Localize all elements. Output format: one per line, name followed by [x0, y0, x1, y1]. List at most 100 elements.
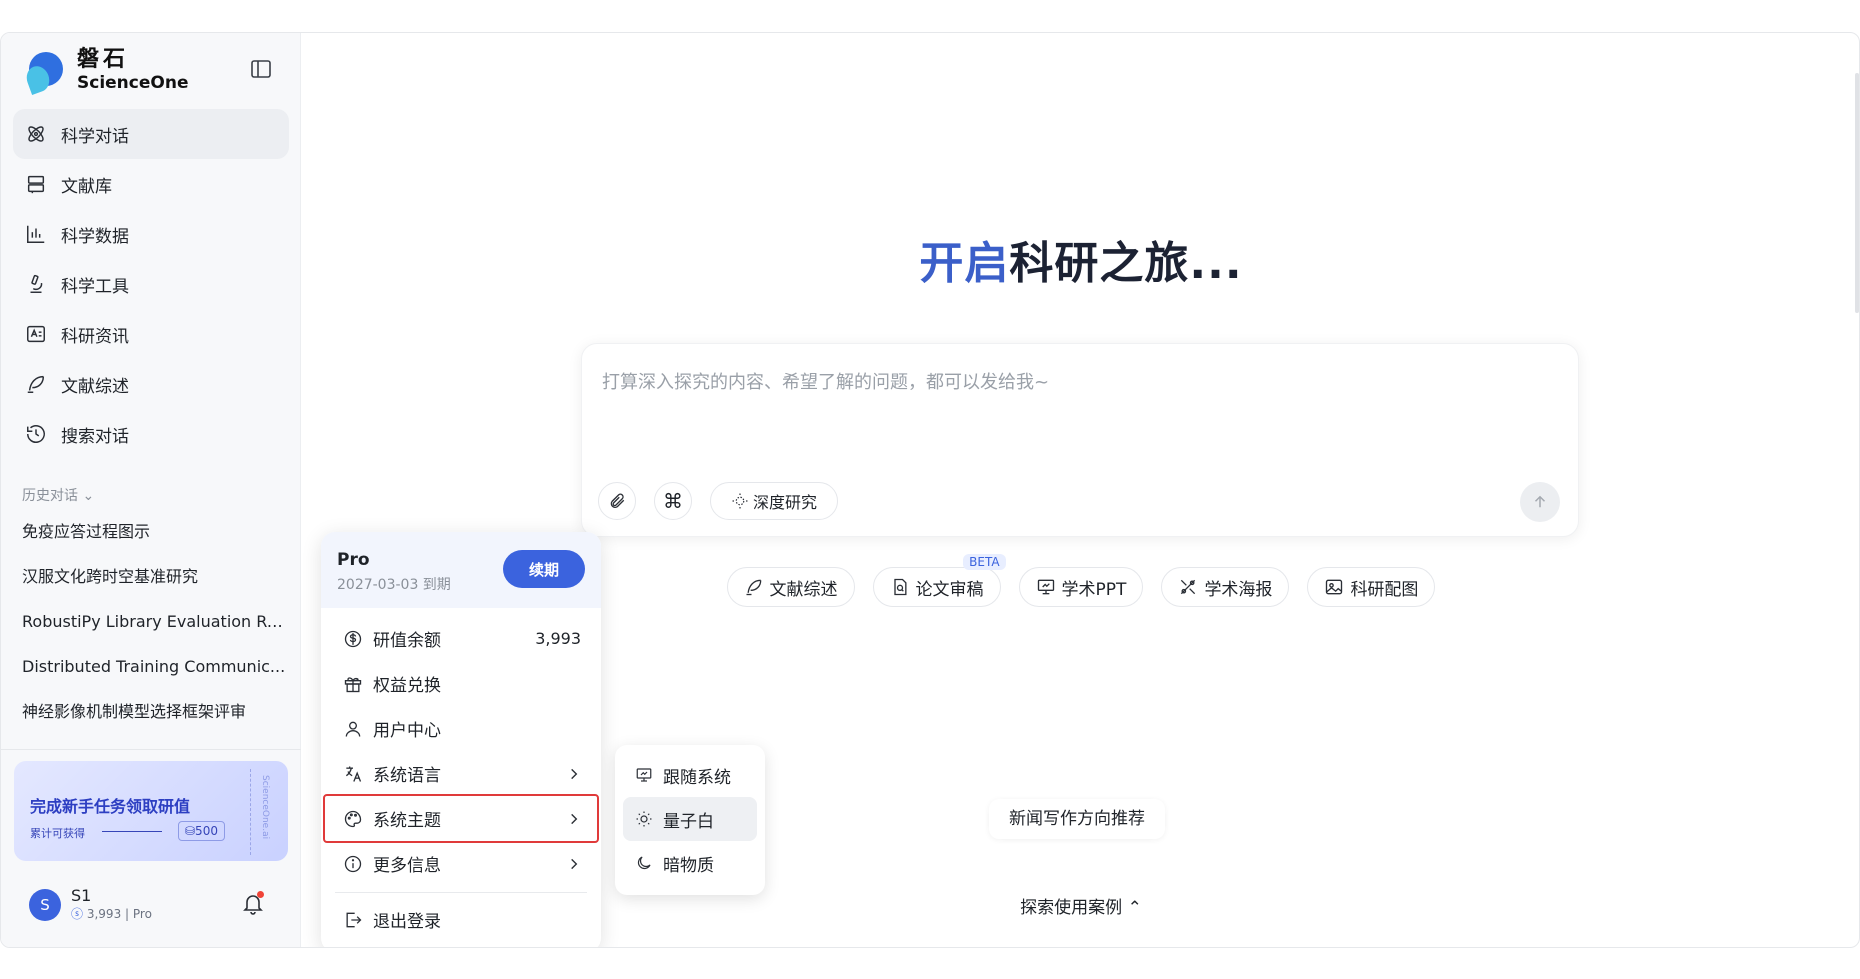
send-button[interactable] — [1520, 482, 1560, 522]
sidebar: 磐石 ScienceOne 科学对话 文献库 科学数据 科学工具 科研资讯 文献… — [1, 33, 301, 947]
quill-icon — [27, 375, 45, 393]
history-item[interactable]: 免疫应答过程图示 — [22, 509, 287, 554]
nav-item-science-data[interactable]: 科学数据 — [13, 209, 289, 259]
image-icon — [1326, 579, 1343, 595]
palette-icon — [344, 810, 362, 827]
theme-submenu: 跟随系统 量子白 暗物质 — [615, 745, 765, 895]
avatar: S — [29, 889, 61, 921]
nav-item-science-chat[interactable]: 科学对话 — [13, 109, 289, 159]
logo[interactable]: 磐石 ScienceOne — [23, 47, 189, 95]
arrow-up-icon — [1534, 495, 1546, 508]
menu-item-redeem[interactable]: 权益兑换 — [325, 661, 597, 706]
bell-icon[interactable] — [241, 891, 265, 915]
attach-button[interactable] — [598, 482, 636, 520]
beta-badge: BETA — [963, 554, 1006, 570]
menu-item-theme[interactable]: 系统主题 — [323, 794, 599, 843]
brand-name-en: ScienceOne — [77, 73, 189, 93]
promo-amount: ⛁500 — [178, 821, 225, 841]
coin-icon — [344, 630, 362, 647]
menu-item-language[interactable]: 系统语言 — [325, 751, 597, 796]
menu-item-logout[interactable]: 退出登录 — [325, 897, 597, 942]
promo-arrow-line — [102, 831, 162, 832]
plan-expiry: 2027-03-03 到期 — [337, 577, 451, 593]
nav-item-research-news[interactable]: 科研资讯 — [13, 309, 289, 359]
doc-search-icon — [893, 578, 907, 596]
user-name: S1 — [71, 886, 92, 905]
nav-label: 科研资讯 — [61, 326, 129, 347]
app-window: 磐石 ScienceOne 科学对话 文献库 科学数据 科学工具 科研资讯 文献… — [0, 32, 1860, 948]
chevron-right-icon — [571, 858, 578, 869]
command-icon: ⌘ — [663, 489, 683, 513]
history-icon — [27, 425, 45, 443]
scrollbar[interactable] — [1855, 73, 1859, 313]
history-item[interactable]: 神经影像机制模型选择框架评审 — [22, 689, 287, 734]
history-item[interactable]: RobustiPy Library Evaluation Re... — [22, 599, 287, 644]
chevron-up-icon: ⌃ — [1127, 898, 1142, 918]
user-profile[interactable]: S S1 ⓢ 3,993 | Pro — [29, 887, 152, 923]
nav-item-library[interactable]: 文献库 — [13, 159, 289, 209]
gift-icon — [344, 676, 362, 692]
chip-research-figure[interactable]: 科研配图 — [1307, 567, 1436, 607]
logout-icon — [346, 912, 362, 927]
theme-option-dark[interactable]: 暗物质 — [623, 841, 757, 885]
microscope-icon — [30, 274, 43, 293]
chevron-right-icon — [571, 768, 578, 779]
chip-literature-review[interactable]: 文献综述 — [726, 567, 855, 607]
chat-composer[interactable]: 打算深入探究的内容、希望了解的问题，都可以发给我~ ⌘ 深度研究 — [581, 343, 1579, 537]
hero-title: 开启科研之旅... — [919, 238, 1243, 289]
nav-item-science-tools[interactable]: 科学工具 — [13, 259, 289, 309]
chevron-down-icon: ⌄ — [82, 488, 95, 504]
translate-icon — [345, 766, 362, 782]
presentation-icon — [1037, 579, 1054, 595]
moon-icon — [637, 856, 651, 870]
data-chart-icon — [27, 225, 45, 243]
chevron-right-icon — [571, 813, 578, 824]
theme-option-light[interactable]: 量子白 — [623, 797, 757, 841]
command-button[interactable]: ⌘ — [654, 482, 692, 520]
composer-placeholder: 打算深入探究的内容、希望了解的问题，都可以发给我~ — [602, 372, 1050, 393]
menu-item-more-info[interactable]: 更多信息 — [325, 841, 597, 886]
promo-subtitle: 累计可获得 — [30, 827, 85, 840]
info-icon — [344, 855, 362, 872]
deep-research-button[interactable]: 深度研究 — [710, 482, 838, 520]
brand-name-cn: 磐石 — [77, 47, 130, 72]
user-balance: 3,993 — [86, 907, 122, 921]
nav-label: 科学对话 — [61, 126, 129, 147]
menu-item-balance[interactable]: 研值余额 3,993 — [325, 616, 597, 661]
history-title[interactable]: 历史对话 ⌄ — [22, 485, 94, 505]
balance-value: 3,993 — [535, 629, 581, 648]
nav-label: 文献库 — [61, 176, 112, 197]
promo-vertical-text: ScienceOne.ai — [260, 775, 270, 840]
poster-icon — [1181, 579, 1196, 595]
chip-academic-poster[interactable]: 学术海报 — [1161, 567, 1290, 607]
logo-mark-icon — [23, 48, 63, 95]
history-item[interactable]: Distributed Training Communic... — [22, 644, 287, 689]
renew-button[interactable]: 续期 — [503, 550, 585, 588]
atom-icon — [28, 126, 44, 142]
nav-label: 文献综述 — [61, 376, 129, 397]
menu-item-user-center[interactable]: 用户中心 — [325, 706, 597, 751]
theme-option-system[interactable]: 跟随系统 — [623, 753, 757, 797]
promo-title: 完成新手任务领取研值 — [30, 797, 191, 816]
sun-icon — [636, 811, 652, 827]
user-plan: Pro — [132, 907, 152, 921]
main-nav: 科学对话 文献库 科学数据 科学工具 科研资讯 文献综述 搜索对话 — [13, 109, 289, 459]
plan-name: Pro — [337, 550, 370, 570]
chip-paper-review[interactable]: 论文审稿 BETA — [872, 554, 1006, 607]
nav-label: 科学数据 — [61, 226, 129, 247]
history-item[interactable]: 汉服文化跨时空基准研究 — [22, 554, 287, 599]
account-menu: Pro 2027-03-03 到期 续期 研值余额 3,993 权益兑换 用户中… — [321, 532, 601, 947]
ticket-perforation — [250, 769, 251, 855]
recommendation-card[interactable]: 新闻写作方向推荐 — [989, 799, 1165, 839]
sparkle-sun-icon — [732, 493, 748, 509]
user-icon — [345, 721, 361, 737]
news-icon — [27, 325, 45, 343]
chip-academic-ppt[interactable]: 学术PPT — [1018, 567, 1144, 607]
nav-item-search-chat[interactable]: 搜索对话 — [13, 409, 289, 459]
newbie-task-banner[interactable]: 完成新手任务领取研值 累计可获得 ⛁500 ScienceOne.ai — [14, 761, 288, 861]
nav-label: 科学工具 — [61, 276, 129, 297]
plan-header: Pro 2027-03-03 到期 续期 — [321, 532, 601, 608]
nav-item-literature-review[interactable]: 文献综述 — [13, 359, 289, 409]
coin-icon: ⓢ — [71, 907, 84, 921]
sidebar-toggle-icon[interactable] — [249, 57, 273, 81]
